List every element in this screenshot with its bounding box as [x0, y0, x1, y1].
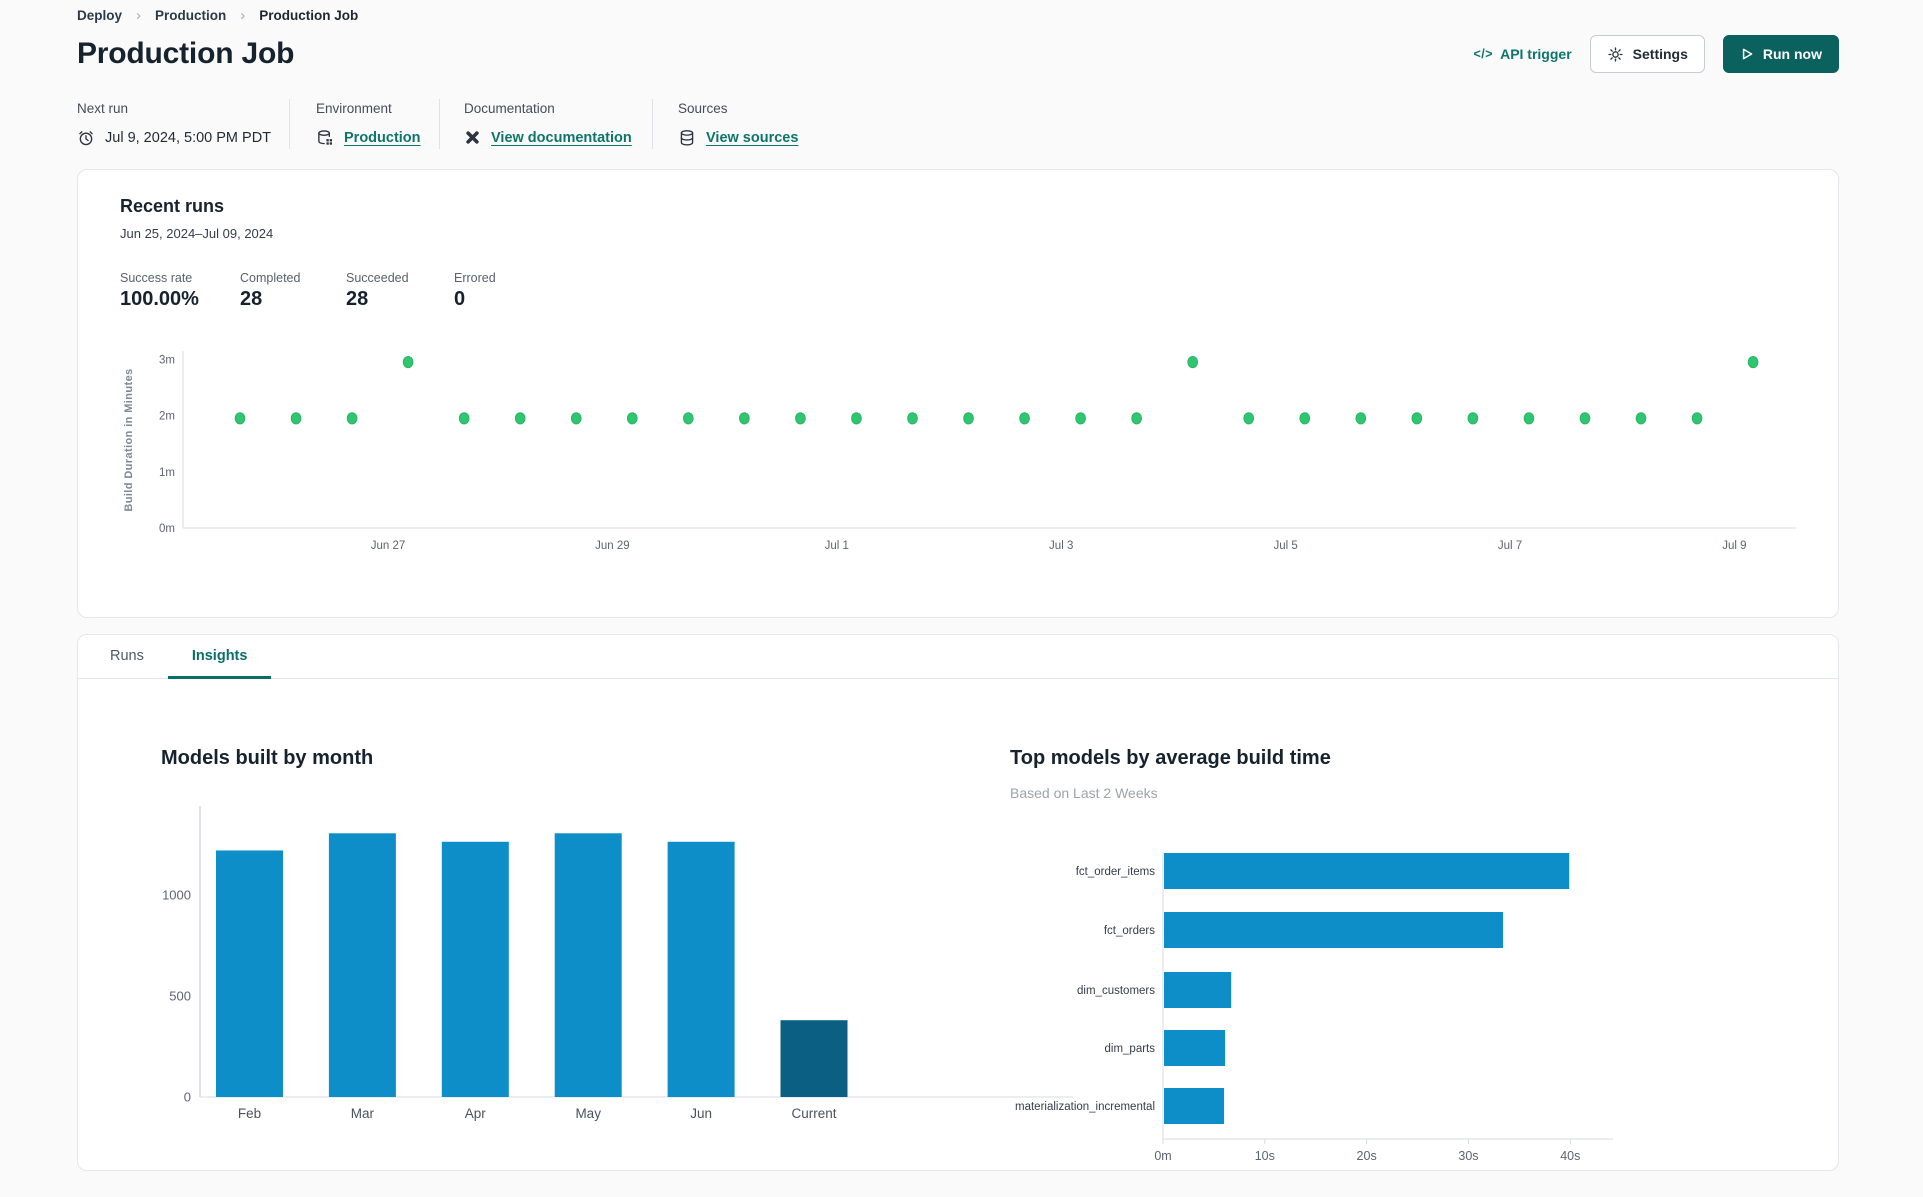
svg-text:fct_order_items: fct_order_items	[1076, 866, 1156, 878]
stat-completed: Completed 28	[240, 271, 301, 310]
job-detail-card: Runs Insights Models built by month 0 500…	[77, 634, 1839, 1171]
top-models-chart-subtitle: Based on Last 2 Weeks	[1010, 785, 1158, 801]
view-documentation-link[interactable]: View documentation	[491, 130, 632, 146]
recent-runs-stats: Success rate 100.00% Completed 28 Succee…	[120, 271, 1796, 311]
run-now-button[interactable]: Run now	[1722, 35, 1839, 73]
api-trigger-label: API trigger	[1500, 46, 1572, 62]
run-now-label: Run now	[1762, 46, 1822, 62]
svg-text:Jun: Jun	[690, 1106, 712, 1121]
svg-text:materialization_incremental: materialization_incremental	[1015, 1101, 1155, 1113]
settings-button[interactable]: Settings	[1589, 35, 1705, 73]
gear-icon	[1607, 46, 1624, 63]
header-actions: </> API trigger Settings Run now	[1474, 35, 1839, 73]
recent-runs-date-range: Jun 25, 2024–Jul 09, 2024	[120, 226, 274, 241]
environment-label: Environment	[316, 101, 392, 116]
top-models-hbar-chart: 0m 10s 20s 30s 40s fct_order_items fct_ordersd…	[1015, 852, 1613, 1163]
svg-text:Current: Current	[791, 1106, 836, 1121]
breadcrumb-deploy[interactable]: Deploy	[77, 8, 122, 23]
database-gear-icon	[316, 129, 334, 147]
recent-runs-title: Recent runs	[120, 196, 225, 216]
api-trigger-link[interactable]: </> API trigger	[1474, 46, 1572, 62]
sources-block: Sources View sources	[652, 99, 798, 149]
chevron-right-icon: ›	[136, 7, 142, 24]
build-duration-scatter-chart: 0m 1m 2m 3m Build Duration in Minutes Jun 27 J…	[123, 351, 1796, 552]
svg-text:Mar: Mar	[351, 1106, 375, 1121]
next-run-label: Next run	[77, 101, 129, 116]
models-built-chart-title: Models built by month	[161, 747, 374, 769]
svg-text:Jun 29: Jun 29	[595, 540, 630, 552]
page-header: Production Job </> API trigger Settings	[77, 35, 1839, 73]
database-icon	[678, 129, 696, 147]
svg-text:1000: 1000	[162, 887, 191, 902]
svg-text:3m: 3m	[159, 354, 175, 366]
alarm-clock-icon	[77, 129, 95, 147]
job-meta-row: Next run Jul 9, 2024, 5:00 PM PDT Enviro…	[77, 99, 1839, 149]
play-icon	[1740, 47, 1754, 61]
svg-text:0m: 0m	[159, 523, 175, 535]
svg-text:Apr: Apr	[465, 1106, 487, 1121]
svg-text:0: 0	[184, 1090, 191, 1105]
settings-label: Settings	[1632, 46, 1688, 62]
stat-succeeded: Succeeded 28	[346, 271, 409, 310]
code-icon: </>	[1473, 47, 1494, 61]
breadcrumb-production-job: Production Job	[259, 8, 359, 23]
svg-text:dim_parts: dim_parts	[1105, 1043, 1156, 1055]
svg-text:Jul 3: Jul 3	[1049, 540, 1073, 552]
svg-text:Jul 7: Jul 7	[1498, 540, 1522, 552]
chevron-right-icon: ›	[240, 7, 246, 24]
view-sources-link[interactable]: View sources	[706, 130, 798, 146]
tab-runs[interactable]: Runs	[86, 635, 168, 679]
svg-text:0m: 0m	[1154, 1149, 1171, 1163]
svg-text:dim_customers: dim_customers	[1077, 985, 1155, 997]
svg-text:Jul 1: Jul 1	[825, 540, 849, 552]
insights-panel: Models built by month 0 500 1000 Feb Mar Apr M…	[78, 679, 1838, 1170]
svg-text:Jul 9: Jul 9	[1722, 540, 1746, 552]
stat-errored: Errored 0	[454, 271, 496, 310]
breadcrumb: Deploy › Production › Production Job	[77, 6, 1839, 23]
svg-text:30s: 30s	[1458, 1149, 1478, 1163]
page-title: Production Job	[77, 37, 295, 70]
next-run-value: Jul 9, 2024, 5:00 PM PDT	[105, 130, 272, 146]
tab-bar: Runs Insights	[78, 635, 1838, 679]
page: Deploy › Production › Production Job Pro…	[0, 0, 1923, 1171]
svg-text:20s: 20s	[1357, 1149, 1377, 1163]
sources-label: Sources	[678, 101, 728, 116]
top-models-chart-title: Top models by average build time	[1010, 747, 1331, 769]
dbt-logo-icon	[464, 129, 481, 146]
next-run-block: Next run Jul 9, 2024, 5:00 PM PDT	[77, 99, 289, 149]
recent-runs-card: Recent runs Jun 25, 2024–Jul 09, 2024 Su…	[77, 169, 1839, 618]
svg-text:Feb: Feb	[238, 1106, 261, 1121]
documentation-label: Documentation	[464, 101, 555, 116]
svg-text:Jun 27: Jun 27	[371, 540, 406, 552]
svg-text:500: 500	[169, 988, 191, 1003]
svg-text:Build Duration in Minutes: Build Duration in Minutes	[123, 368, 135, 511]
svg-text:May: May	[575, 1106, 601, 1121]
svg-text:Jul 5: Jul 5	[1273, 540, 1297, 552]
documentation-block: Documentation View documentation	[439, 99, 652, 149]
tab-insights[interactable]: Insights	[167, 635, 272, 679]
stat-success-rate: Success rate 100.00%	[120, 271, 199, 310]
svg-text:10s: 10s	[1255, 1149, 1275, 1163]
svg-text:40s: 40s	[1560, 1149, 1580, 1163]
svg-text:fct_orders: fct_orders	[1104, 925, 1155, 937]
environment-link[interactable]: Production	[344, 130, 421, 146]
svg-text:1m: 1m	[159, 467, 175, 479]
svg-text:2m: 2m	[159, 411, 175, 423]
breadcrumb-production[interactable]: Production	[155, 8, 226, 23]
environment-block: Environment Production	[289, 99, 439, 149]
